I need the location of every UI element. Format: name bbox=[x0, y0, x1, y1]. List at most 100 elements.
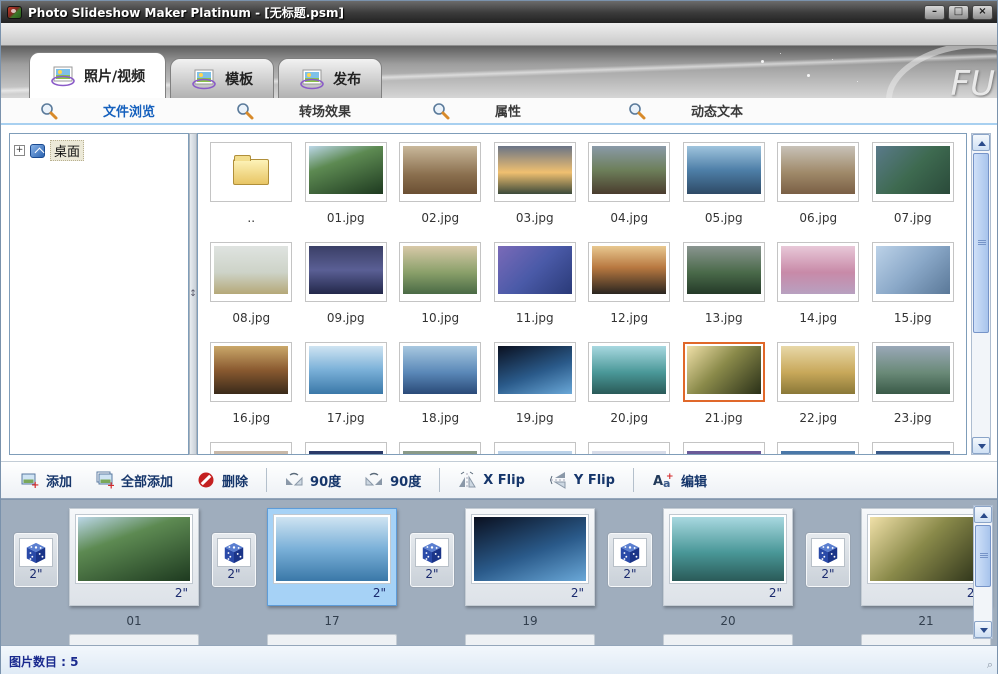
thumbnail[interactable] bbox=[588, 142, 670, 202]
scroll-up-icon[interactable] bbox=[974, 506, 992, 523]
thumbnail[interactable] bbox=[777, 142, 859, 202]
scroll-up-icon[interactable] bbox=[972, 134, 990, 151]
grid-cell[interactable]: 10.jpg bbox=[393, 242, 488, 342]
thumbnail[interactable] bbox=[305, 142, 387, 202]
thumbnail[interactable] bbox=[494, 242, 576, 302]
menu-item[interactable] bbox=[15, 32, 63, 36]
thumbnail[interactable] bbox=[305, 242, 387, 302]
timeline-slide[interactable]: 2" bbox=[861, 508, 991, 606]
grid-cell[interactable]: 01.jpg bbox=[299, 142, 394, 242]
menu-item[interactable] bbox=[207, 32, 255, 36]
timeline-slide-partial[interactable] bbox=[861, 634, 991, 645]
thumbnail[interactable] bbox=[872, 142, 954, 202]
thumbnail[interactable] bbox=[399, 242, 481, 302]
grid-cell[interactable]: 23.jpg bbox=[866, 342, 961, 442]
tree-node-label[interactable]: 桌面 bbox=[50, 140, 84, 161]
minimize-button[interactable]: – bbox=[924, 5, 945, 20]
tree-expander-icon[interactable]: + bbox=[14, 145, 25, 156]
tab[interactable]: 模板 bbox=[170, 58, 274, 98]
thumbnail[interactable] bbox=[494, 142, 576, 202]
timeline-scrollbar-thumb[interactable] bbox=[975, 525, 991, 587]
timeline-slide[interactable]: 2" bbox=[69, 508, 199, 606]
timeline-scrollbar[interactable] bbox=[973, 505, 993, 639]
panel-splitter[interactable]: ↕ bbox=[189, 133, 197, 455]
grid-cell[interactable]: 11.jpg bbox=[488, 242, 583, 342]
delete-button[interactable]: 删除 bbox=[185, 467, 260, 494]
sub-toolbar-item[interactable]: 转场效果 bbox=[235, 101, 431, 121]
transition-button[interactable]: 2" bbox=[409, 532, 455, 588]
transition-button[interactable]: 2" bbox=[211, 532, 257, 588]
scroll-down-icon[interactable] bbox=[972, 437, 990, 454]
grid-cell[interactable]: 15.jpg bbox=[866, 242, 961, 342]
grid-scrollbar-thumb[interactable] bbox=[973, 153, 989, 333]
grid-cell[interactable]: 05.jpg bbox=[677, 142, 772, 242]
partial-thumbnail[interactable] bbox=[683, 442, 765, 455]
grid-cell[interactable]: 14.jpg bbox=[771, 242, 866, 342]
grid-cell[interactable]: 07.jpg bbox=[866, 142, 961, 242]
maximize-button[interactable]: □ bbox=[948, 5, 969, 20]
partial-thumbnail[interactable] bbox=[872, 442, 954, 455]
grid-cell[interactable]: .. bbox=[204, 142, 299, 242]
timeline-slide-partial[interactable] bbox=[69, 634, 199, 645]
thumbnail[interactable] bbox=[683, 342, 765, 402]
thumbnail[interactable] bbox=[399, 342, 481, 402]
thumbnail[interactable] bbox=[872, 242, 954, 302]
partial-thumbnail[interactable] bbox=[210, 442, 292, 455]
rotate-right-button[interactable]: 90度 bbox=[353, 467, 433, 494]
thumbnail[interactable] bbox=[305, 342, 387, 402]
thumbnail[interactable] bbox=[210, 342, 292, 402]
rotate-left-button[interactable]: 90度 bbox=[273, 467, 353, 494]
grid-cell[interactable]: 21.jpg bbox=[677, 342, 772, 442]
menu-item[interactable] bbox=[255, 32, 303, 36]
thumbnail[interactable] bbox=[683, 242, 765, 302]
partial-thumbnail[interactable] bbox=[494, 442, 576, 455]
timeline-slide[interactable]: 2" bbox=[663, 508, 793, 606]
menu-item[interactable] bbox=[159, 32, 207, 36]
tab[interactable]: 发布 bbox=[278, 58, 382, 98]
timeline-slide[interactable]: 2" bbox=[465, 508, 595, 606]
partial-thumbnail[interactable] bbox=[305, 442, 387, 455]
partial-thumbnail[interactable] bbox=[399, 442, 481, 455]
y-flip-button[interactable]: Y Flip bbox=[537, 467, 627, 493]
close-button[interactable]: × bbox=[972, 5, 993, 20]
sub-toolbar-item[interactable]: 文件浏览 bbox=[39, 101, 235, 121]
thumbnail[interactable] bbox=[588, 342, 670, 402]
timeline-slide-partial[interactable] bbox=[465, 634, 595, 645]
add-all-button[interactable]: + 全部添加 bbox=[84, 467, 185, 494]
grid-cell[interactable]: 17.jpg bbox=[299, 342, 394, 442]
thumbnail[interactable] bbox=[588, 242, 670, 302]
grid-cell[interactable]: 06.jpg bbox=[771, 142, 866, 242]
edit-button[interactable]: Aa+ 编辑 bbox=[640, 467, 719, 494]
menu-item[interactable] bbox=[63, 32, 111, 36]
grid-cell[interactable]: 12.jpg bbox=[582, 242, 677, 342]
sub-toolbar-item[interactable]: 动态文本 bbox=[627, 101, 823, 121]
grid-cell[interactable]: 22.jpg bbox=[771, 342, 866, 442]
thumbnail[interactable] bbox=[777, 242, 859, 302]
transition-button[interactable]: 2" bbox=[805, 532, 851, 588]
timeline-slide[interactable]: 2" bbox=[267, 508, 397, 606]
tree-node-desktop[interactable]: + 桌面 bbox=[14, 140, 184, 161]
partial-thumbnail[interactable] bbox=[588, 442, 670, 455]
thumbnail[interactable] bbox=[210, 142, 292, 202]
thumbnail[interactable] bbox=[210, 242, 292, 302]
thumbnail[interactable] bbox=[494, 342, 576, 402]
grid-cell[interactable]: 18.jpg bbox=[393, 342, 488, 442]
x-flip-button[interactable]: X Flip bbox=[446, 467, 537, 493]
grid-cell[interactable]: 13.jpg bbox=[677, 242, 772, 342]
partial-thumbnail[interactable] bbox=[777, 442, 859, 455]
timeline-slide-partial[interactable] bbox=[663, 634, 793, 645]
thumbnail[interactable] bbox=[777, 342, 859, 402]
add-button[interactable]: + 添加 bbox=[9, 467, 84, 494]
scroll-down-icon[interactable] bbox=[974, 621, 992, 638]
timeline-slide-partial[interactable] bbox=[267, 634, 397, 645]
grid-cell[interactable]: 20.jpg bbox=[582, 342, 677, 442]
thumbnail[interactable] bbox=[872, 342, 954, 402]
sub-toolbar-item[interactable]: 属性 bbox=[431, 101, 627, 121]
grid-scrollbar[interactable] bbox=[971, 133, 991, 455]
grid-cell[interactable]: 03.jpg bbox=[488, 142, 583, 242]
transition-button[interactable]: 2" bbox=[13, 532, 59, 588]
grid-cell[interactable]: 04.jpg bbox=[582, 142, 677, 242]
grid-cell[interactable]: 08.jpg bbox=[204, 242, 299, 342]
tab[interactable]: 照片/视频 bbox=[29, 52, 166, 98]
grid-cell[interactable]: 02.jpg bbox=[393, 142, 488, 242]
